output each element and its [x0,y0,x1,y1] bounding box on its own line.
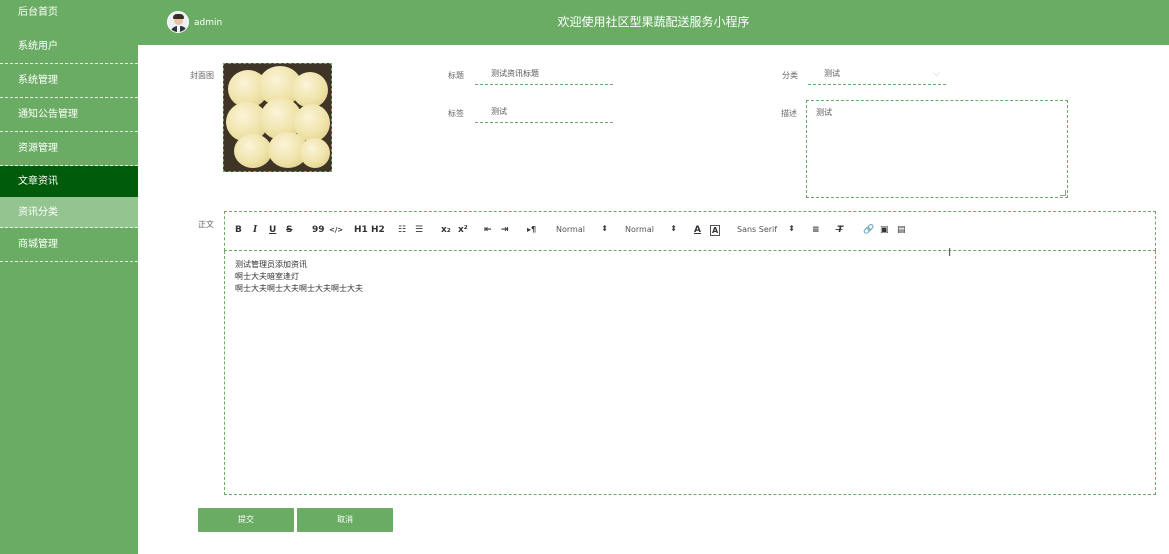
tag-input[interactable]: 测试 [475,101,613,123]
editor-line: 啊士大夫暗室逢灯 [235,272,299,281]
text-cursor-icon: I [948,246,952,259]
sidebar-item-articles[interactable]: 文章资讯 [0,166,138,197]
select-arrow-icon: ⬍ [601,224,608,233]
editor-line: 啊士大夫啊士大夫啊士大夫啊士大夫 [235,284,363,293]
ordered-list-icon[interactable]: ☷ [398,225,406,235]
background-color-icon[interactable]: A [710,225,721,236]
desc-label: 描述 [781,109,797,118]
sidebar-item-home[interactable]: 后台首页 [0,0,138,30]
cover-image-upload[interactable] [223,63,332,172]
h2-button[interactable]: H2 [371,225,385,235]
category-value: 测试 [824,69,840,78]
code-button[interactable]: </> [329,226,343,234]
sidebar-item-notice-management[interactable]: 通知公告管理 [0,98,138,132]
editor-line: 测试管理员添加资讯 [235,260,307,269]
font-select[interactable]: Sans Serif ⬍ [737,224,795,234]
outdent-icon[interactable]: ⇤ [484,225,492,235]
size-select[interactable]: Normal ⬍ [556,224,608,234]
align-icon[interactable]: ≡ [812,225,820,235]
title-label: 标题 [448,71,464,80]
superscript-button[interactable]: x² [458,225,468,235]
title-input[interactable]: 测试资讯标题 [475,63,613,85]
cover-label: 封面图 [190,71,214,80]
indent-icon[interactable]: ⇥ [501,225,509,235]
link-icon[interactable]: 🔗 [863,225,874,235]
resize-handle[interactable] [1060,190,1066,196]
header-select[interactable]: Normal ⬍ [625,224,677,234]
bold-button[interactable]: B [235,225,242,235]
strike-button[interactable]: S [286,225,292,235]
font-color-icon[interactable]: A [694,225,701,235]
site-title: 欢迎使用社区型果蔬配送服务小程序 [557,15,750,29]
sidebar-item-resource-management[interactable]: 资源管理 [0,132,138,166]
bullet-list-icon[interactable]: ☰ [415,225,423,235]
cancel-button[interactable]: 取消 [297,508,393,532]
tag-label: 标签 [448,109,464,118]
sidebar-item-system-management[interactable]: 系统管理 [0,64,138,98]
underline-button[interactable]: U [269,225,276,235]
subscript-button[interactable]: x₂ [441,225,451,235]
sidebar-item-system-users[interactable]: 系统用户 [0,30,138,64]
select-arrow-icon: ⬍ [670,224,677,233]
h1-button[interactable]: H1 [354,225,368,235]
size-value: Normal [556,225,585,234]
category-label: 分类 [782,71,798,80]
rich-text-editor[interactable]: 测试管理员添加资讯 啊士大夫暗室逢灯 啊士大夫啊士大夫啊士大夫啊士大夫 [224,251,1156,495]
top-header: admin 欢迎使用社区型果蔬配送服务小程序 [138,0,1169,45]
category-select[interactable]: 测试 ⌵ [808,63,946,85]
chevron-down-icon: ⌵ [933,69,940,79]
image-icon[interactable]: ▣ [880,225,889,235]
sidebar-item-mall-management[interactable]: 商城管理 [0,228,138,262]
sidebar-item-article-category[interactable]: 资讯分类 [0,197,138,228]
rich-text-toolbar: B I U S 99 </> H1 H2 ☷ ☰ x₂ x² ⇤ ⇥ ▸¶ No… [224,211,1156,251]
select-arrow-icon: ⬍ [788,224,795,233]
body-label: 正文 [198,220,214,229]
italic-button[interactable]: I [253,225,257,235]
description-value: 测试 [816,108,832,117]
video-icon[interactable]: ▤ [897,225,906,235]
header-value: Normal [625,225,654,234]
sidebar: 后台首页 系统用户 系统管理 通知公告管理 资源管理 文章资讯 资讯分类 商城管… [0,0,138,554]
clear-format-icon[interactable]: T̶ [837,225,843,235]
text-direction-button[interactable]: ▸¶ [527,225,536,234]
description-textarea[interactable]: 测试 [806,100,1068,198]
article-form: 封面图 标题 测试资讯标题 分类 测试 ⌵ 标签 测试 描述 测试 正文 B I… [143,50,1169,554]
blockquote-button[interactable]: 99 [312,225,325,235]
font-value: Sans Serif [737,225,778,234]
submit-button[interactable]: 提交 [198,508,294,532]
